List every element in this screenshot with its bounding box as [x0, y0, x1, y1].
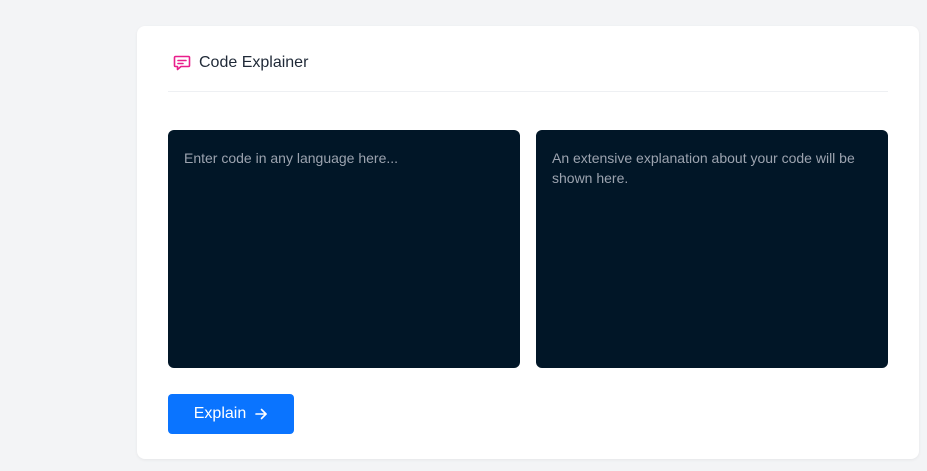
- explain-button-label: Explain: [193, 405, 247, 422]
- explanation-output-panel: An extensive explanation about your code…: [536, 130, 888, 368]
- explanation-output-text: An extensive explanation about your code…: [552, 150, 855, 186]
- page-title: Code Explainer: [199, 54, 309, 71]
- code-input-panel[interactable]: [168, 130, 520, 368]
- arrow-right-icon: [254, 407, 268, 421]
- explain-button[interactable]: Explain: [168, 394, 294, 434]
- card-header: Code Explainer: [173, 54, 308, 72]
- header-divider: [168, 91, 888, 92]
- code-input[interactable]: [184, 148, 504, 350]
- chat-bubble-icon: [173, 54, 191, 72]
- code-explainer-card: Code Explainer An extensive explanation …: [137, 26, 919, 459]
